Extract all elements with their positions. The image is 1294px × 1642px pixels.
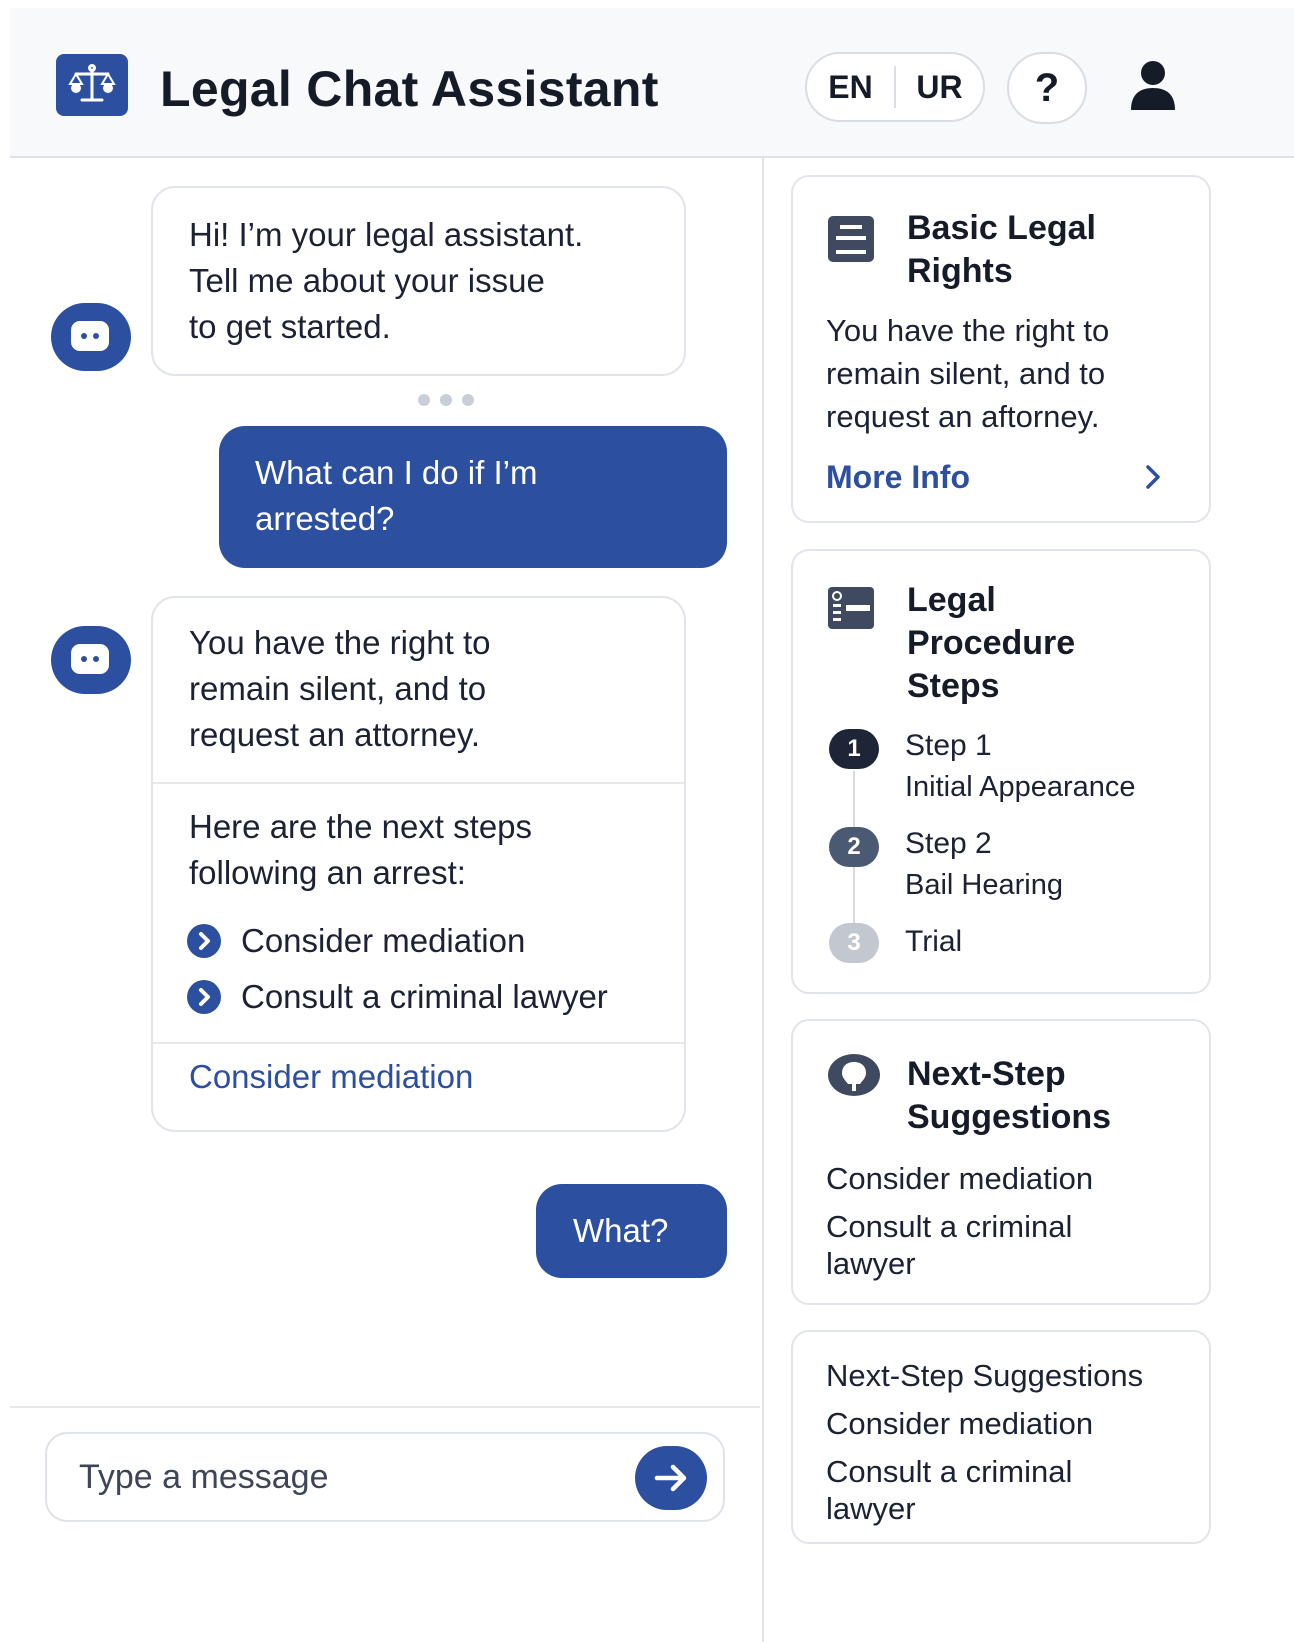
panel-divider: [762, 158, 764, 1642]
message-divider: [153, 782, 684, 784]
suggestion-item[interactable]: lawyer: [826, 1248, 1093, 1279]
consider-mediation-link[interactable]: Consider mediation: [189, 1058, 473, 1096]
message-line: You have the right to: [189, 624, 491, 661]
more-info-link[interactable]: More Info: [826, 459, 970, 496]
step-list-label: Consult a criminal lawyer: [241, 978, 608, 1015]
language-toggle: EN UR: [805, 52, 985, 122]
message-input-placeholder: Type a message: [79, 1458, 329, 1496]
lang-ur-button[interactable]: UR: [896, 54, 983, 120]
scales-of-justice-logo-icon: [56, 54, 128, 116]
message-line: What?: [573, 1212, 669, 1249]
step-number-badge: 1: [829, 729, 879, 769]
step-subtitle: Initial Appearance: [905, 771, 1136, 803]
step-number-badge: 2: [829, 827, 879, 867]
chevron-right-icon[interactable]: [1141, 461, 1165, 498]
step-title: Step 2: [905, 827, 992, 860]
bot-avatar-icon: [51, 626, 131, 694]
message-line: remain silent, and to: [189, 670, 487, 707]
card-legal-procedure-steps: Legal Procedure Steps 1 Step 1 Initial A…: [791, 549, 1211, 994]
card-text-line: remain silent, and to: [826, 356, 1106, 391]
step-title: Trial: [905, 925, 963, 958]
user-profile-icon[interactable]: [1128, 58, 1178, 114]
lang-en-button[interactable]: EN: [807, 54, 894, 120]
help-button[interactable]: ?: [1007, 52, 1087, 124]
step-connector: [853, 771, 855, 827]
step-list-label: Consider mediation: [241, 922, 526, 959]
arrow-right-icon: [654, 1464, 687, 1492]
bot-message: Hi! I’m your legal assistant. Tell me ab…: [151, 186, 686, 376]
app-window: Legal Chat Assistant EN UR ? Hi! I’m you…: [10, 8, 1294, 1642]
user-message: What can I do if I’m arrested?: [219, 426, 727, 568]
suggestion-item[interactable]: lawyer: [826, 1493, 1143, 1524]
card-title-line: Procedure: [907, 624, 1076, 662]
step-list-item[interactable]: Consider mediation: [187, 918, 525, 964]
card-title-line: Steps: [907, 667, 1000, 705]
chevron-right-icon: [187, 980, 221, 1014]
send-button[interactable]: [635, 1446, 707, 1510]
suggestion-item[interactable]: Consider mediation: [826, 1157, 1093, 1201]
message-input[interactable]: Type a message: [45, 1432, 725, 1522]
step-subtitle: Bail Hearing: [905, 869, 1063, 901]
message-line: request an attorney.: [189, 716, 481, 753]
message-line: What can I do if I’m: [255, 454, 538, 491]
card-title-line: Basic Legal: [907, 209, 1096, 247]
checklist-icon: [826, 585, 876, 636]
chevron-right-icon: [187, 924, 221, 958]
input-divider: [10, 1406, 760, 1408]
card-title-line: Rights: [907, 252, 1013, 290]
message-divider: [153, 1042, 684, 1044]
message-line: arrested?: [255, 500, 395, 537]
suggestion-item[interactable]: Consider mediation: [826, 1402, 1143, 1446]
message-line: Here are the next steps: [189, 808, 533, 845]
card-title-line: Next-Step: [907, 1055, 1066, 1093]
card-title-line: Legal: [907, 581, 996, 619]
step-number-badge: 3: [829, 923, 879, 963]
card-title-line: Suggestions: [907, 1098, 1112, 1136]
suggestion-item[interactable]: Consult a criminal: [826, 1205, 1093, 1249]
user-message: What?: [536, 1184, 727, 1278]
card-basic-legal-rights: Basic Legal Rights You have the right to…: [791, 175, 1211, 523]
step-list-item[interactable]: Consult a criminal lawyer: [187, 974, 608, 1020]
message-line: to get started.: [189, 308, 391, 345]
step-title: Step 1: [905, 729, 992, 762]
step-connector: [853, 867, 855, 923]
card-next-step-suggestions-compact: Next-Step Suggestions Consider mediation…: [791, 1330, 1211, 1544]
card-text-line: You have the right to: [826, 313, 1110, 348]
card-text-line: request an aftorney.: [826, 399, 1100, 434]
card-next-step-suggestions: Next-Step Suggestions Consider mediation…: [791, 1019, 1211, 1305]
suggestion-heading: Next-Step Suggestions: [826, 1358, 1144, 1393]
message-line: Hi! I’m your legal assistant.: [189, 216, 584, 253]
document-icon: [826, 214, 876, 269]
message-line: following an arrest:: [189, 854, 466, 891]
bot-message: You have the right to remain silent, and…: [151, 596, 686, 1132]
typing-indicator: [418, 394, 474, 406]
bot-avatar-icon: [51, 303, 131, 371]
suggestion-item[interactable]: Consult a criminal: [826, 1450, 1143, 1494]
message-line: Tell me about your issue: [189, 262, 545, 299]
lightbulb-icon: [826, 1053, 882, 1106]
app-title: Legal Chat Assistant: [160, 61, 659, 117]
header: Legal Chat Assistant EN UR ?: [10, 8, 1294, 158]
